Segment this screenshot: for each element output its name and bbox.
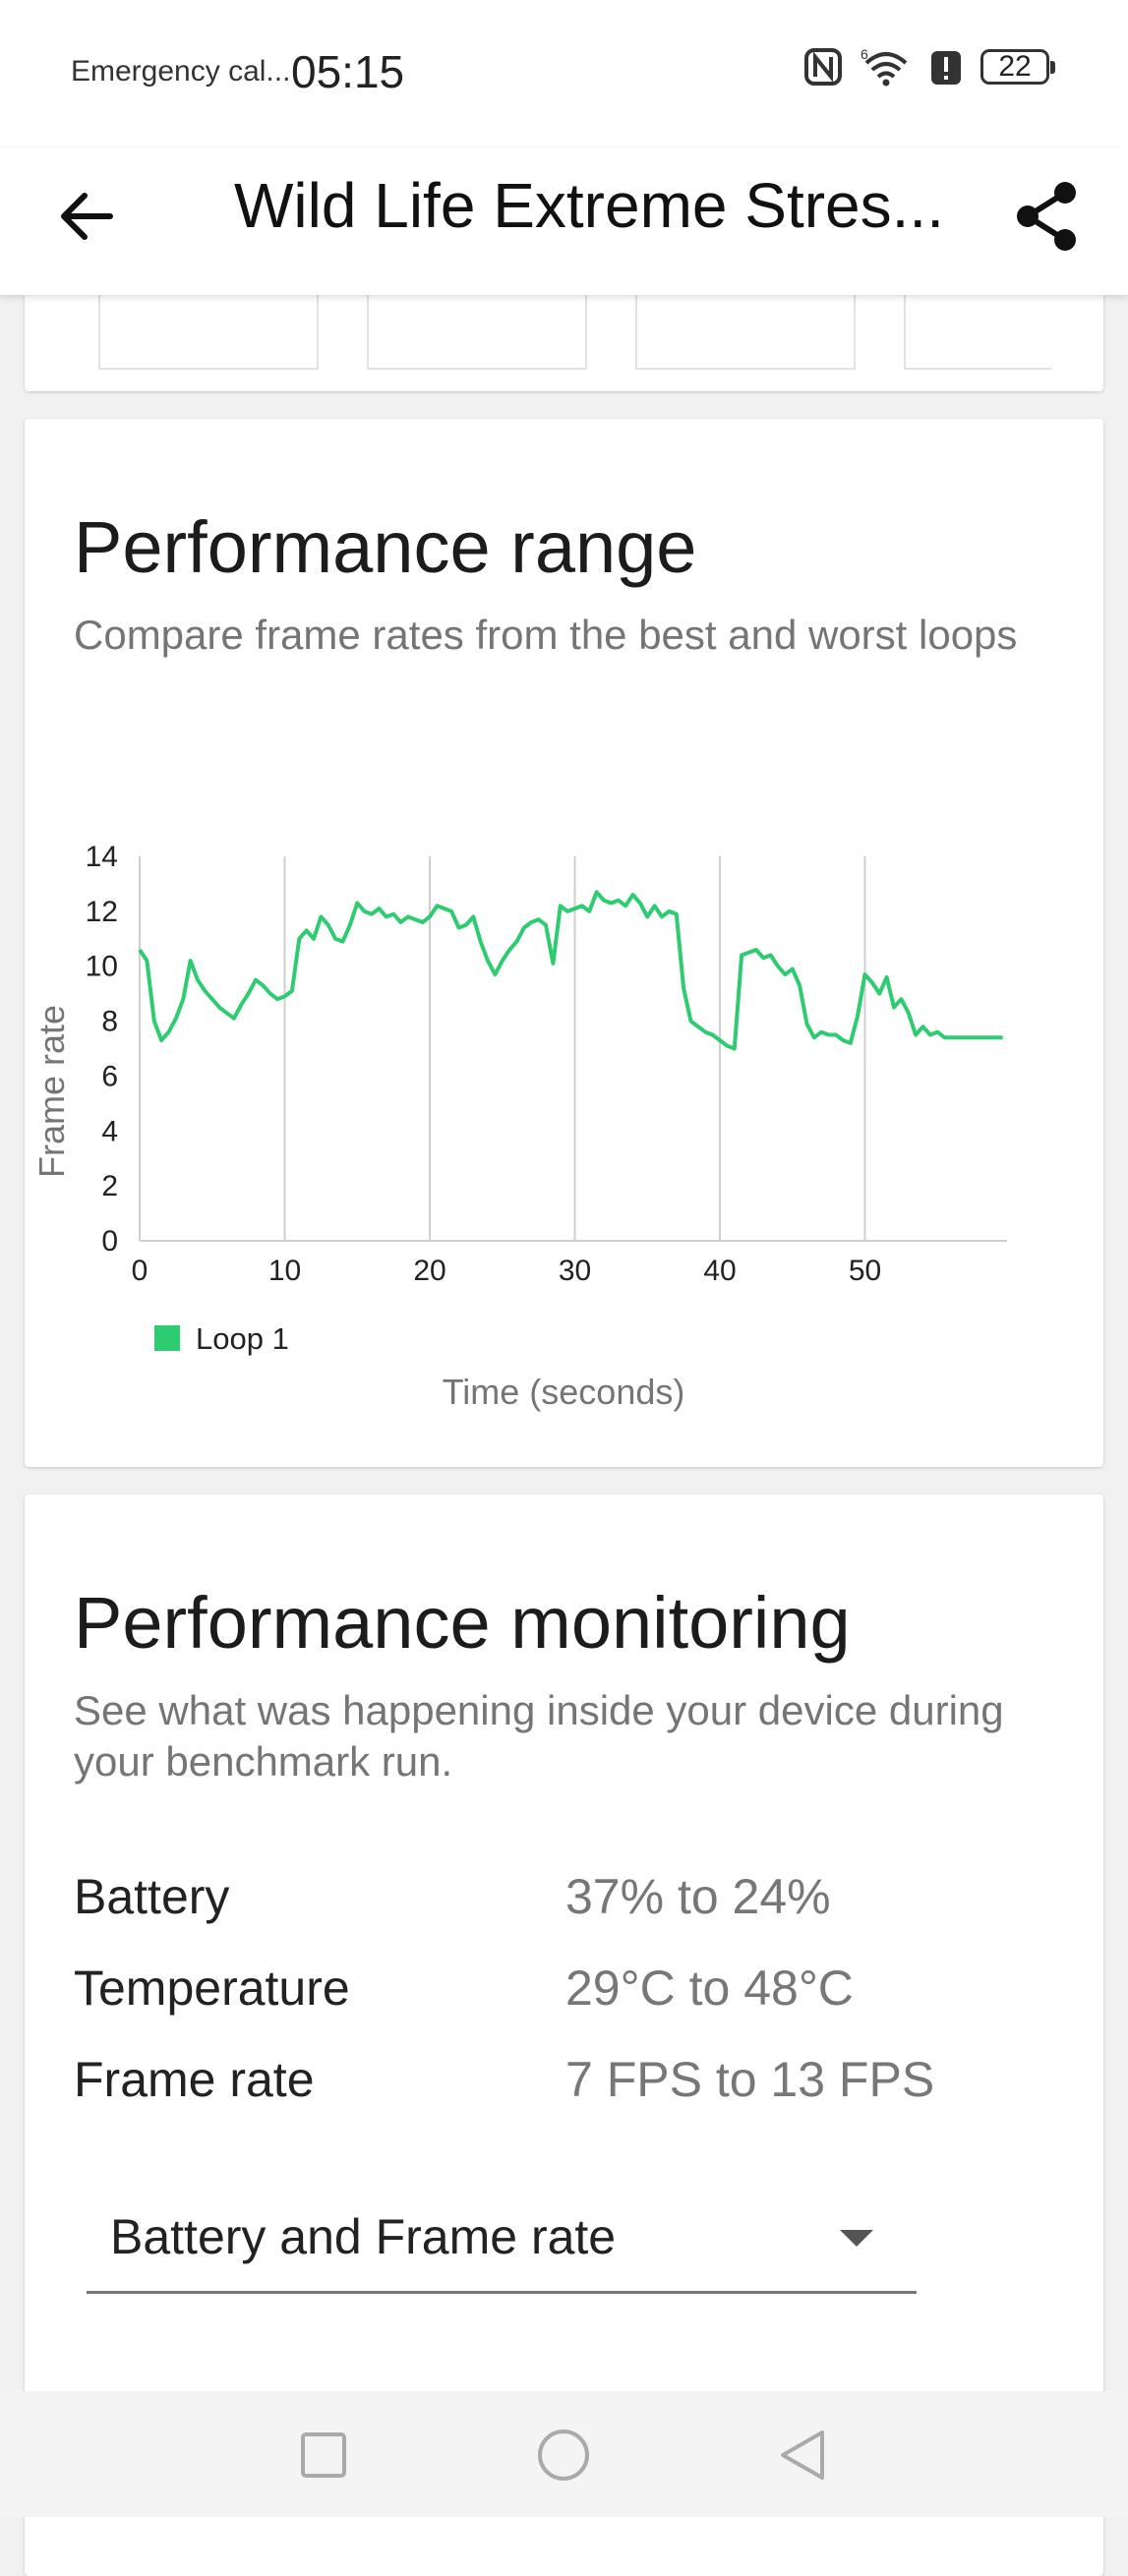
x-axis-ticks: 0 10 20 30 40 50 [132, 1255, 882, 1287]
performance-monitoring-subtitle: See what was happening inside your devic… [74, 1687, 1004, 1785]
back-nav-button[interactable] [769, 2421, 838, 2489]
wifi-icon: 6 [861, 47, 912, 87]
home-circle-icon [538, 2430, 589, 2481]
recents-square-icon [301, 2432, 346, 2478]
score-tile[interactable] [98, 295, 319, 370]
x-tick-label: 0 [132, 1255, 148, 1287]
y-tick-label: 6 [101, 1060, 118, 1092]
performance-monitoring-title: Performance monitoring [74, 1582, 851, 1664]
legend-label-loop-1: Loop 1 [196, 1321, 289, 1356]
back-button[interactable] [49, 177, 128, 256]
series-line-loop-1 [138, 890, 1003, 1051]
dropdown-selected-value: Battery and Frame rate [110, 2209, 617, 2264]
status-time: 05:15 [291, 46, 405, 97]
home-button[interactable] [529, 2421, 598, 2489]
score-tile[interactable] [904, 295, 1051, 370]
legend[interactable]: Loop 1 [154, 1321, 289, 1356]
recents-button[interactable] [289, 2421, 358, 2489]
y-tick-label: 12 [86, 896, 118, 928]
x-tick-label: 20 [413, 1255, 445, 1287]
legend-swatch-loop-1 [154, 1325, 180, 1351]
y-tick-label: 4 [101, 1115, 118, 1147]
battery-row: Battery 37% to 24% [74, 1868, 1057, 1937]
status-bar: Emergency cal... 05:15 6 22 [0, 0, 1128, 147]
share-icon [1017, 182, 1076, 251]
y-tick-label: 8 [101, 1006, 118, 1038]
back-triangle-icon [781, 2430, 824, 2480]
battery-label: Battery [74, 1869, 230, 1924]
system-nav-bar [0, 2391, 1128, 2517]
x-tick-label: 40 [703, 1255, 736, 1287]
frame-rate-label: Frame rate [74, 2052, 315, 2107]
status-icons: 6 22 [803, 47, 1055, 87]
temperature-value: 29°C to 48°C [565, 1961, 854, 2016]
chart-metric-dropdown[interactable]: Battery and Frame rate [87, 2183, 917, 2294]
temperature-label: Temperature [74, 1961, 350, 2016]
dropdown-arrow-icon [840, 2230, 873, 2247]
performance-range-card: Performance range Compare frame rates fr… [25, 419, 1103, 1467]
x-axis-title: Time (seconds) [443, 1372, 685, 1412]
frame-rate-chart: 0 2 4 6 8 10 12 14 0 10 20 30 40 50 Frame rate Time … [31, 841, 1007, 1412]
y-tick-label: 14 [86, 841, 118, 873]
share-button[interactable] [1002, 171, 1093, 262]
page-title: Wild Life Extreme Stres... [234, 170, 944, 241]
nfc-icon [803, 47, 843, 87]
battery-icon: 22 [980, 49, 1055, 85]
x-tick-label: 30 [559, 1255, 591, 1287]
battery-level: 22 [998, 50, 1032, 83]
frame-rate-value: 7 FPS to 13 FPS [565, 2052, 935, 2107]
y-tick-label: 2 [101, 1170, 118, 1202]
frame-rate-row: Frame rate 7 FPS to 13 FPS [74, 2051, 1057, 2120]
alert-icon [929, 47, 963, 87]
score-tile[interactable] [635, 295, 856, 370]
y-tick-label: 0 [101, 1225, 118, 1258]
y-tick-label: 10 [86, 951, 118, 983]
arrow-left-icon [61, 193, 113, 240]
battery-value: 37% to 24% [565, 1869, 831, 1924]
x-tick-label: 10 [268, 1255, 301, 1287]
y-axis-ticks: 0 2 4 6 8 10 12 14 [86, 841, 118, 1258]
app-bar: Wild Life Extreme Stres... [0, 147, 1128, 295]
y-axis-title: Frame rate [31, 1005, 72, 1178]
carrier-text: Emergency cal... [71, 55, 291, 88]
score-tile[interactable] [367, 295, 587, 370]
x-tick-label: 50 [849, 1255, 881, 1287]
temperature-row: Temperature 29°C to 48°C [74, 1960, 1057, 2028]
